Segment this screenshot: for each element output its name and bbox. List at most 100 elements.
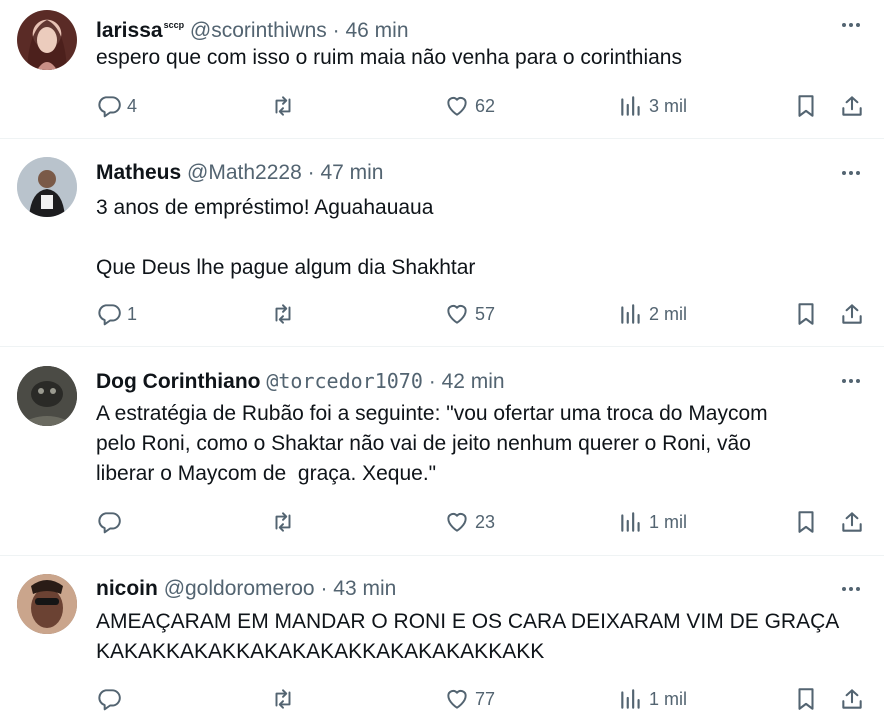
- like-button[interactable]: 57: [444, 299, 495, 329]
- avatar[interactable]: [17, 10, 77, 70]
- tweet-header: nicoin @goldoromeroo · 43 min: [96, 575, 824, 603]
- heart-icon: [447, 512, 467, 532]
- tweet-header: larissasccp @scorinthiwns · 46 min: [96, 11, 824, 42]
- author-name[interactable]: larissasccp: [96, 19, 184, 42]
- timestamp[interactable]: 43 min: [333, 577, 396, 600]
- tweet-actions: 4 62 3 mil: [0, 91, 884, 121]
- bookmark-icon: [798, 303, 814, 325]
- like-button[interactable]: 62: [444, 91, 495, 121]
- heart-icon: [447, 96, 467, 116]
- share-button[interactable]: [839, 299, 865, 329]
- avatar-image: [27, 20, 67, 70]
- bookmark-icon: [798, 95, 814, 117]
- name-badge: sccp: [163, 20, 185, 30]
- tweet-actions: 23 1 mil: [0, 507, 884, 537]
- views-button[interactable]: 3 mil: [618, 91, 687, 121]
- share-icon: [842, 512, 862, 532]
- views-button[interactable]: 2 mil: [618, 299, 687, 329]
- retweet-icon: [275, 304, 291, 324]
- views-icon: [621, 96, 640, 116]
- tweet-header: Dog Corinthiano @torcedor1070 · 42 min: [96, 367, 824, 395]
- bookmark-icon: [798, 688, 814, 710]
- retweet-button[interactable]: [270, 299, 301, 329]
- more-icon[interactable]: [838, 368, 864, 394]
- reply-icon: [98, 96, 121, 118]
- bookmark-button[interactable]: [793, 299, 819, 329]
- share-button[interactable]: [839, 684, 865, 714]
- tweet-text: espero que com isso o ruim maia não venh…: [96, 46, 682, 69]
- tweet[interactable]: larissasccp @scorinthiwns · 46 min esper…: [0, 0, 884, 139]
- separator: ·: [332, 19, 340, 42]
- reply-button[interactable]: [96, 684, 127, 714]
- reply-button[interactable]: [96, 507, 127, 537]
- like-count: 62: [475, 95, 496, 116]
- more-icon[interactable]: [838, 160, 864, 186]
- tweet-text: A estratégia de Rubão foi a seguinte: "v…: [96, 402, 768, 485]
- share-icon: [842, 96, 862, 116]
- retweet-icon: [275, 689, 291, 709]
- more-icon[interactable]: [838, 12, 864, 38]
- timestamp[interactable]: 47 min: [320, 161, 383, 184]
- bookmark-button[interactable]: [793, 507, 819, 537]
- views-button[interactable]: 1 mil: [618, 507, 687, 537]
- like-count: 77: [475, 688, 496, 709]
- avatar[interactable]: [17, 366, 77, 426]
- avatar-image: [17, 366, 77, 426]
- author-handle[interactable]: @torcedor1070: [266, 369, 423, 393]
- share-button[interactable]: [839, 91, 865, 121]
- like-button[interactable]: 77: [444, 684, 495, 714]
- tweet-actions: 77 1 mil: [0, 684, 884, 714]
- reply-button[interactable]: 4: [96, 91, 137, 121]
- author-handle[interactable]: @goldoromeroo: [164, 577, 315, 600]
- avatar[interactable]: [17, 574, 77, 634]
- bookmark-button[interactable]: [793, 684, 819, 714]
- share-button[interactable]: [839, 507, 865, 537]
- avatar-image: [17, 574, 77, 634]
- tweet[interactable]: Matheus @Math2228 · 47 min 3 anos de emp…: [0, 138, 884, 347]
- views-icon: [621, 689, 640, 709]
- more-icon[interactable]: [838, 576, 864, 602]
- avatar-image: [17, 157, 77, 217]
- retweet-icon: [275, 96, 291, 116]
- author-name[interactable]: Matheus: [96, 161, 181, 184]
- reply-button[interactable]: 1: [96, 299, 137, 329]
- share-icon: [842, 689, 862, 709]
- avatar[interactable]: [17, 157, 77, 217]
- tweet-text: 3 anos de empréstimo! Aguahauaua Que Deu…: [96, 196, 476, 279]
- views-icon: [621, 512, 640, 532]
- retweet-icon: [275, 512, 291, 532]
- tweet[interactable]: Dog Corinthiano @torcedor1070 · 42 min A…: [0, 346, 884, 556]
- separator: ·: [320, 577, 328, 600]
- timestamp[interactable]: 46 min: [345, 19, 408, 42]
- retweet-button[interactable]: [270, 684, 301, 714]
- tweet-actions: 1 57 2 mil: [0, 299, 884, 329]
- share-icon: [842, 304, 862, 324]
- author-name[interactable]: nicoin: [96, 577, 158, 600]
- reply-count: 1: [127, 303, 138, 324]
- like-button[interactable]: 23: [444, 507, 495, 537]
- like-count: 57: [475, 303, 496, 324]
- separator: ·: [307, 161, 315, 184]
- author-handle[interactable]: @scorinthiwns: [190, 19, 327, 42]
- bookmark-icon: [798, 511, 814, 533]
- heart-icon: [447, 304, 467, 324]
- timestamp[interactable]: 42 min: [442, 370, 505, 393]
- heart-icon: [447, 689, 467, 709]
- views-count: 3 mil: [649, 95, 688, 116]
- like-count: 23: [475, 511, 496, 532]
- bookmark-button[interactable]: [793, 91, 819, 121]
- reply-count: 4: [127, 95, 138, 116]
- views-count: 2 mil: [649, 303, 688, 324]
- tweet-header: Matheus @Math2228 · 47 min: [96, 159, 824, 187]
- tweet[interactable]: nicoin @goldoromeroo · 43 min AMEAÇARAM …: [0, 555, 884, 725]
- reply-icon: [98, 304, 121, 326]
- author-handle[interactable]: @Math2228: [187, 161, 302, 184]
- views-count: 1 mil: [649, 688, 688, 709]
- retweet-button[interactable]: [270, 91, 301, 121]
- retweet-button[interactable]: [270, 507, 301, 537]
- reply-icon: [98, 689, 121, 711]
- views-count: 1 mil: [649, 511, 688, 532]
- author-name[interactable]: Dog Corinthiano: [96, 370, 260, 393]
- views-button[interactable]: 1 mil: [618, 684, 687, 714]
- views-icon: [621, 304, 640, 324]
